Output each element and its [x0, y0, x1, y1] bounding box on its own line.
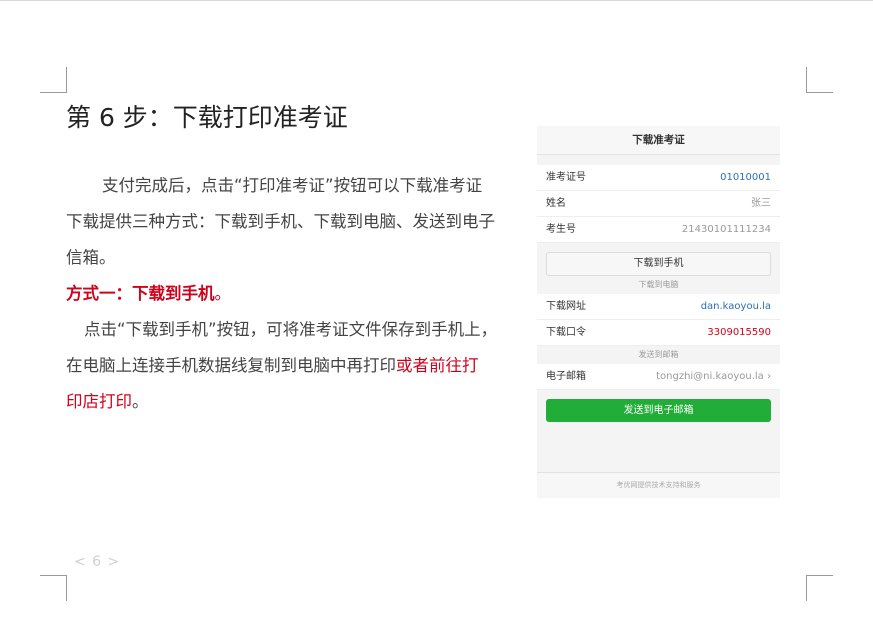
paragraph-2-line-2-text: 在电脑上连接手机数据线复制到电脑中再打印 [66, 356, 396, 375]
row-value: 张三 [751, 198, 771, 209]
download-code-value: 3309015590 [707, 327, 771, 338]
crop-mark-top-right [806, 67, 833, 93]
page-number: < 6 > [74, 554, 121, 570]
paragraph-1-line-2: 下载提供三种方式：下载到手机、下载到电脑、发送到电子 [66, 212, 495, 231]
row-download-code: 下载口令 3309015590 [537, 320, 780, 346]
phone-header: 下载准考证 [537, 126, 780, 155]
crop-mark-top-left [40, 67, 67, 93]
row-value: 01010001 [720, 172, 771, 183]
download-to-phone-button[interactable]: 下载到手机 [546, 252, 771, 276]
paragraph-2-line-2-red: 或者前往打 [396, 356, 479, 375]
body-text: 支付完成后，点击“打印准考证”按钮可以下载准考证 下载提供三种方式：下载到手机、… [66, 168, 528, 420]
paragraph-2-line-3-red: 印店打印 [66, 392, 132, 411]
send-to-email-button[interactable]: 发送到电子邮箱 [546, 399, 771, 422]
paragraph-1-line-3: 信箱。 [66, 248, 116, 267]
row-download-url: 下载网址 dan.kaoyou.la [537, 294, 780, 320]
phone-footer: 考优网提供技术支持和服务 [537, 472, 780, 498]
row-label: 电子邮箱 [546, 371, 586, 382]
row-label: 考生号 [546, 224, 576, 235]
row-label: 准考证号 [546, 172, 586, 183]
row-value: 21430101111234 [681, 224, 771, 235]
row-email[interactable]: 电子邮箱 tongzhi@ni.kaoyou.la › [537, 364, 780, 390]
row-value: tongzhi@ni.kaoyou.la › [656, 364, 771, 389]
download-to-pc-caption: 下载到电脑 [638, 280, 679, 289]
email-value: tongzhi@ni.kaoyou.la [656, 371, 764, 382]
row-candidate-number: 考生号 21430101111234 [537, 217, 780, 243]
chevron-right-icon: › [767, 371, 771, 382]
paragraph-2-line-2: 在电脑上连接手机数据线复制到电脑中再打印或者前往打 [66, 348, 528, 384]
row-label: 下载口令 [546, 327, 586, 338]
send-to-email-caption: 发送到邮箱 [638, 350, 679, 359]
method-heading: 方式一：下载到手机。 [66, 276, 528, 312]
method-period: 。 [214, 284, 232, 303]
method-label: 方式一：下载到手机 [66, 284, 215, 303]
crop-mark-bottom-right [806, 575, 833, 601]
row-label: 姓名 [546, 198, 566, 209]
row-ticket-number: 准考证号 01010001 [537, 165, 780, 191]
phone-screenshot: 下载准考证 准考证号 01010001 姓名 张三 考生号 2143010111… [537, 126, 780, 498]
paragraph-2-line-1: 点击“下载到手机”按钮，可将准考证文件保存到手机上， [84, 320, 498, 339]
page-title: 第 6 步：下载打印准考证 [66, 103, 348, 132]
paragraph-2-line-3-period: 。 [132, 392, 149, 411]
row-name: 姓名 张三 [537, 191, 780, 217]
download-url-link[interactable]: dan.kaoyou.la [701, 294, 771, 319]
paragraph-2-line-3: 印店打印。 [66, 384, 528, 420]
top-divider [0, 0, 873, 1]
crop-mark-bottom-left [40, 575, 67, 601]
paragraph-1-line-1: 支付完成后，点击“打印准考证”按钮可以下载准考证 [102, 176, 483, 195]
row-label: 下载网址 [546, 301, 586, 312]
